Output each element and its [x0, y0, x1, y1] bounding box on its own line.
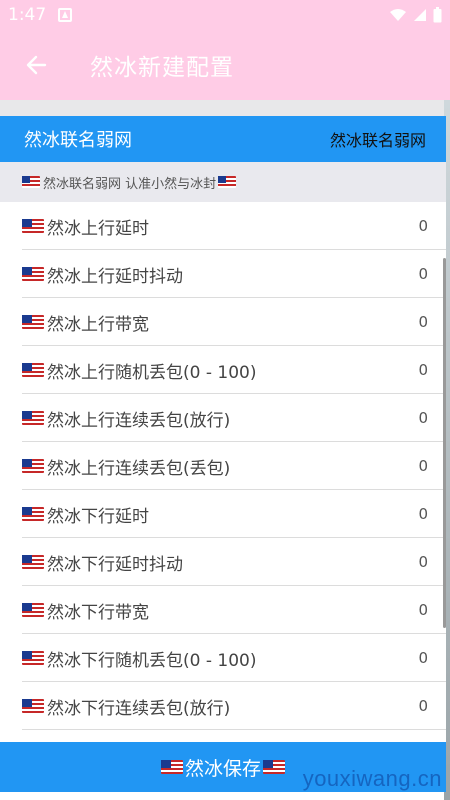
us-flag-icon [22, 219, 44, 233]
item-value: 0 [418, 457, 428, 475]
item-label: 然冰上行连续丢包(丢包) [47, 458, 231, 479]
list-item[interactable]: 然冰下行随机丢包(0 - 100) 0 [0, 634, 446, 682]
scrollbar[interactable] [443, 258, 446, 628]
item-label: 然冰上行带宽 [47, 314, 149, 335]
us-flag-icon [263, 760, 285, 774]
us-flag-icon [22, 651, 44, 665]
wifi-icon [390, 9, 406, 21]
item-value: 0 [418, 409, 428, 427]
back-button[interactable] [0, 30, 72, 100]
status-bar: 1:47 [0, 0, 450, 30]
list-item[interactable]: 然冰上行延时 0 [0, 202, 446, 250]
list-item[interactable]: 然冰上行带宽 0 [0, 298, 446, 346]
list-item[interactable]: 然冰下行带宽 0 [0, 586, 446, 634]
item-label: 然冰上行连续丢包(放行) [47, 410, 231, 431]
header-divider [0, 100, 450, 116]
section-header: 然冰联名弱网 认准小然与冰封 [0, 162, 446, 202]
list-item[interactable]: 然冰上行随机丢包(0 - 100) 0 [0, 346, 446, 394]
signal-icon [414, 9, 426, 21]
item-label: 然冰下行随机丢包(0 - 100) [47, 650, 257, 671]
item-value: 0 [418, 601, 428, 619]
item-label: 然冰上行随机丢包(0 - 100) [47, 362, 257, 383]
us-flag-icon [22, 555, 44, 569]
config-name-value: 然冰联名弱网 [329, 131, 426, 150]
item-value: 0 [418, 553, 428, 571]
item-label: 然冰下行带宽 [47, 602, 149, 623]
settings-list: 然冰上行延时 0 然冰上行延时抖动 0 然冰上行带宽 0 然冰上行随机丢包(0 … [0, 202, 446, 742]
item-label: 然冰上行延时抖动 [47, 266, 183, 287]
item-value: 0 [418, 313, 428, 331]
us-flag-icon [160, 760, 183, 774]
us-flag-icon [218, 176, 237, 188]
item-label: 然冰上行延时 [47, 218, 149, 239]
us-flag-icon [22, 363, 44, 377]
list-item[interactable]: 然冰下行连续丢包(放行) 0 [0, 682, 446, 730]
list-item[interactable]: 然冰下行延时 0 [0, 490, 446, 538]
config-name-row[interactable]: 然冰联名弱网 然冰联名弱网 [0, 116, 446, 162]
app-bar: 然冰新建配置 [0, 30, 450, 100]
us-flag-icon [22, 267, 44, 281]
save-button-label: 然冰保存 [184, 757, 261, 780]
status-time: 1:47 [8, 5, 47, 25]
list-item[interactable]: 然冰上行连续丢包(丢包) 0 [0, 442, 446, 490]
item-value: 0 [418, 505, 428, 523]
watermark: youxiwang.cn [302, 766, 442, 791]
us-flag-icon [22, 603, 44, 617]
item-label: 然冰下行延时 [47, 506, 149, 527]
list-item[interactable]: 然冰下行延时抖动 0 [0, 538, 446, 586]
item-value: 0 [418, 697, 428, 715]
list-item[interactable]: 然冰上行连续丢包(放行) 0 [0, 394, 446, 442]
item-value: 0 [418, 649, 428, 667]
us-flag-icon [22, 176, 40, 188]
section-header-text: 然冰联名弱网 认准小然与冰封 [43, 176, 217, 192]
item-label: 然冰下行连续丢包(放行) [47, 698, 231, 719]
item-value: 0 [418, 217, 428, 235]
us-flag-icon [22, 411, 44, 425]
us-flag-icon [22, 315, 44, 329]
notification-icon [58, 8, 73, 22]
page-title: 然冰新建配置 [90, 55, 234, 81]
battery-icon [433, 7, 442, 23]
us-flag-icon [22, 507, 44, 521]
config-name-label: 然冰联名弱网 [24, 130, 132, 151]
list-item[interactable]: 然冰上行延时抖动 0 [0, 250, 446, 298]
us-flag-icon [22, 699, 44, 713]
us-flag-icon [22, 459, 44, 473]
item-value: 0 [418, 361, 428, 379]
arrow-left-icon [26, 55, 47, 75]
item-value: 0 [418, 265, 428, 283]
item-label: 然冰下行延时抖动 [47, 554, 183, 575]
